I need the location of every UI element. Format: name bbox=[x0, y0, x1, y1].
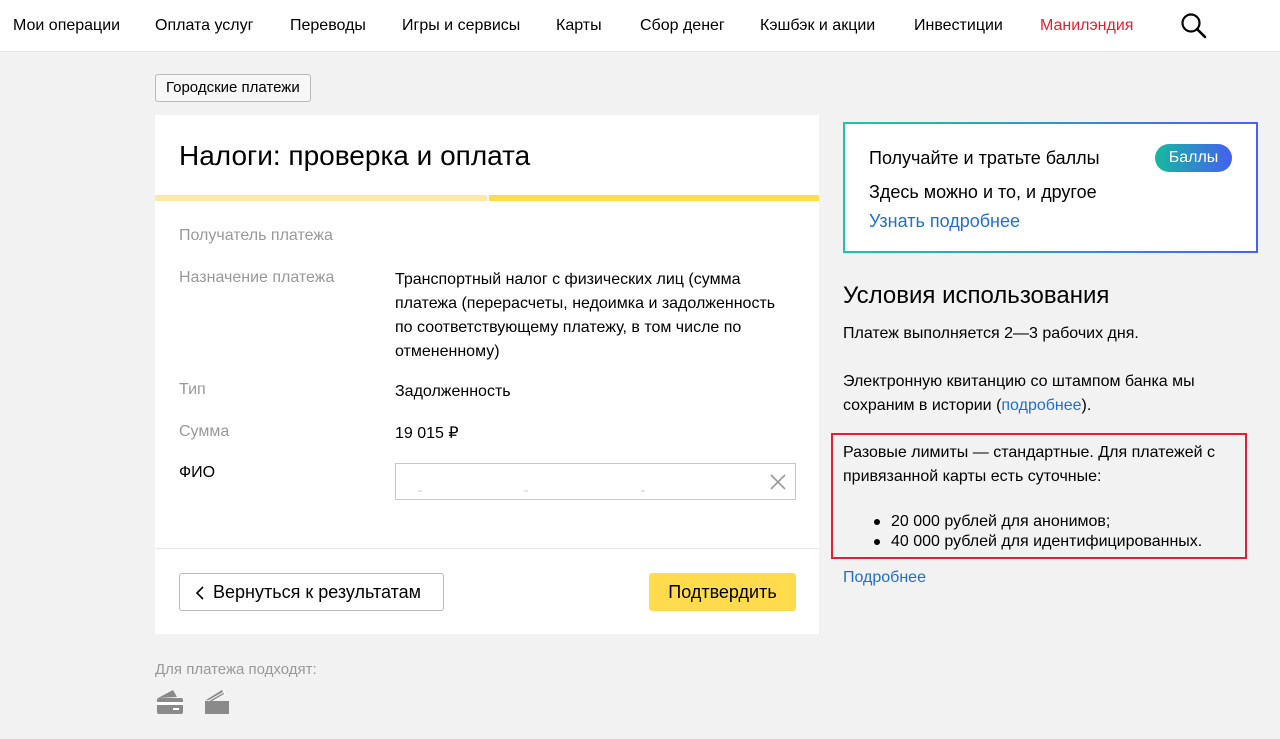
limits-text-line2: привязанной карты есть суточные: bbox=[843, 468, 1102, 485]
chevron-left-icon bbox=[195, 586, 204, 600]
sum-value: 19 015 ₽ bbox=[395, 425, 459, 442]
receipt-text-line1: Электронную квитанцию со штампом банка м… bbox=[843, 373, 1195, 390]
nav-item-cards[interactable]: Карты bbox=[556, 16, 602, 36]
points-badge: Баллы bbox=[1155, 144, 1232, 172]
bullet-icon bbox=[874, 539, 880, 545]
breadcrumb-city-payments[interactable]: Городские платежи bbox=[155, 74, 311, 102]
promo-learn-more-link[interactable]: Узнать подробнее bbox=[869, 209, 1020, 233]
receipt-text-line2: сохраним в истории (подробнее). bbox=[843, 394, 1091, 418]
nav-item-payments[interactable]: Оплата услуг bbox=[155, 16, 253, 36]
more-details-link[interactable]: Подробнее bbox=[843, 567, 926, 589]
fio-label: ФИО bbox=[179, 464, 216, 481]
payment-form-card: Налоги: проверка и оплата Получатель пла… bbox=[155, 115, 819, 634]
nav-item-moneyland[interactable]: Манилэндия bbox=[1040, 16, 1133, 36]
progress-divider bbox=[483, 195, 489, 201]
nav-item-transfers[interactable]: Переводы bbox=[290, 16, 366, 36]
nav-item-fundraising[interactable]: Сбор денег bbox=[640, 16, 725, 36]
fio-redacted-mark bbox=[641, 490, 645, 492]
progress-step-current bbox=[489, 195, 819, 201]
search-icon[interactable] bbox=[1180, 12, 1208, 40]
type-label: Тип bbox=[179, 381, 206, 398]
receipt-text-part: сохраним в истории ( bbox=[843, 397, 1002, 414]
payment-methods-label: Для платежа подходят: bbox=[155, 661, 317, 678]
wallet-icon bbox=[205, 690, 229, 714]
bonus-promo-banner: Получайте и тратьте баллы Здесь можно и … bbox=[843, 122, 1258, 253]
bullet-icon bbox=[874, 519, 880, 525]
purpose-label: Назначение платежа bbox=[179, 269, 335, 286]
receipt-text-end: ). bbox=[1081, 397, 1092, 414]
page-title: Налоги: проверка и оплата bbox=[179, 140, 531, 171]
card-divider bbox=[155, 548, 819, 549]
promo-subtitle: Здесь можно и то, и другое bbox=[869, 182, 1097, 202]
conditions-duration: Платеж выполняется 2—3 рабочих дня. bbox=[843, 325, 1139, 342]
limits-highlight-box: Разовые лимиты — стандартные. Для платеж… bbox=[831, 433, 1247, 559]
conditions-title: Условия использования bbox=[843, 282, 1110, 309]
top-navigation: Мои операции Оплата услуг Переводы Игры … bbox=[0, 0, 1280, 52]
card-icon bbox=[157, 690, 183, 714]
receipt-details-link[interactable]: подробнее bbox=[1001, 397, 1081, 414]
promo-title: Получайте и тратьте баллы bbox=[869, 148, 1100, 168]
nav-item-my-operations[interactable]: Мои операции bbox=[13, 16, 120, 36]
limit-item-identified: 40 000 рублей для идентифицированных. bbox=[891, 533, 1203, 550]
fio-input[interactable] bbox=[395, 463, 796, 500]
purpose-value: Транспортный налог с физических лиц (сум… bbox=[395, 271, 776, 360]
recipient-label: Получатель платежа bbox=[179, 227, 333, 244]
limit-item-anonymous: 20 000 рублей для анонимов; bbox=[891, 513, 1111, 530]
back-button-label: Вернуться к результатам bbox=[213, 582, 422, 602]
confirm-button[interactable]: Подтвердить bbox=[649, 573, 796, 611]
nav-item-investments[interactable]: Инвестиции bbox=[914, 16, 1003, 36]
nav-item-games[interactable]: Игры и сервисы bbox=[402, 16, 520, 36]
fio-redacted-mark bbox=[418, 490, 422, 492]
type-value: Задолженность bbox=[395, 383, 511, 400]
clear-icon[interactable] bbox=[769, 473, 787, 491]
fio-redacted-mark bbox=[524, 490, 528, 492]
limits-text-line1: Разовые лимиты — стандартные. Для платеж… bbox=[843, 444, 1215, 461]
sum-label: Сумма bbox=[179, 423, 230, 440]
nav-item-cashback[interactable]: Кэшбэк и акции bbox=[760, 16, 875, 36]
back-to-results-button[interactable]: Вернуться к результатам bbox=[179, 573, 444, 611]
progress-step-done bbox=[155, 195, 487, 201]
